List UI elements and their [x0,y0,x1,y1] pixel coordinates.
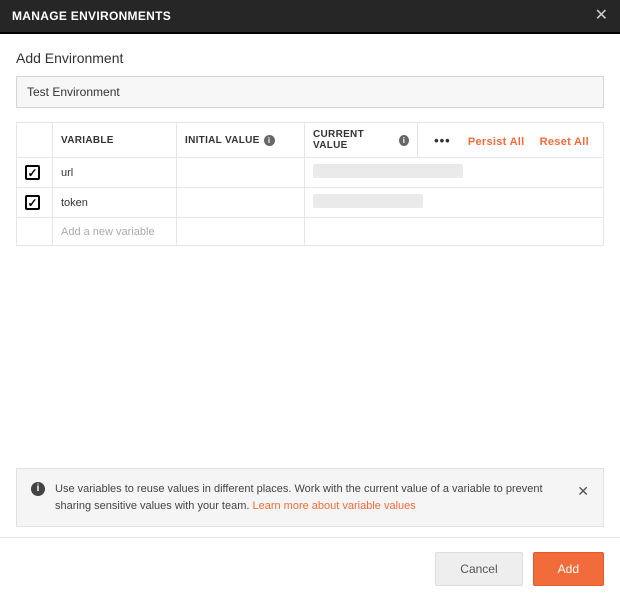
close-icon[interactable]: ✕ [595,8,608,24]
redacted-value [313,164,463,178]
titlebar-title: MANAGE ENVIRONMENTS [12,9,171,23]
add-button[interactable]: Add [533,552,604,586]
current-value-cell[interactable] [305,218,604,246]
table-row: url [17,158,604,188]
content-area: Add Environment VARIABLE INITIAL VALUEi … [0,34,620,468]
banner-close-icon[interactable]: ✕ [577,481,589,502]
initial-value-cell[interactable] [177,188,305,218]
initial-value-cell[interactable] [177,158,305,188]
column-header-initial-value: INITIAL VALUEi [177,123,305,158]
cancel-button[interactable]: Cancel [435,552,522,586]
more-options-icon[interactable]: ••• [426,133,459,148]
column-header-current-value: CURRENT VALUEi [305,123,418,158]
footer: Cancel Add [0,537,620,600]
redacted-value [313,194,423,208]
row-checkbox[interactable] [25,165,40,180]
column-header-checkbox [17,123,53,158]
info-icon: i [31,482,45,496]
info-banner: i Use variables to reuse values in diffe… [16,468,604,527]
titlebar: MANAGE ENVIRONMENTS ✕ [0,0,620,34]
page-heading: Add Environment [16,50,604,66]
variable-cell[interactable]: token [53,188,177,218]
new-variable-cell[interactable]: Add a new variable [53,218,177,246]
environment-name-input[interactable] [16,76,604,108]
variables-table: VARIABLE INITIAL VALUEi CURRENT VALUEi •… [16,122,604,246]
table-row: token [17,188,604,218]
initial-value-cell[interactable] [177,218,305,246]
reset-all-link[interactable]: Reset All [534,136,595,148]
variable-cell[interactable]: url [53,158,177,188]
persist-all-link[interactable]: Persist All [462,136,531,148]
banner-text: Use variables to reuse values in differe… [55,481,567,514]
column-header-actions: ••• Persist All Reset All [418,123,604,158]
current-value-cell[interactable] [305,188,604,218]
info-icon[interactable]: i [264,135,275,146]
info-icon[interactable]: i [399,135,409,146]
column-header-variable: VARIABLE [53,123,177,158]
current-value-cell[interactable] [305,158,604,188]
row-checkbox[interactable] [25,195,40,210]
table-row-new: Add a new variable [17,218,604,246]
learn-more-link[interactable]: Learn more about variable values [252,500,415,512]
